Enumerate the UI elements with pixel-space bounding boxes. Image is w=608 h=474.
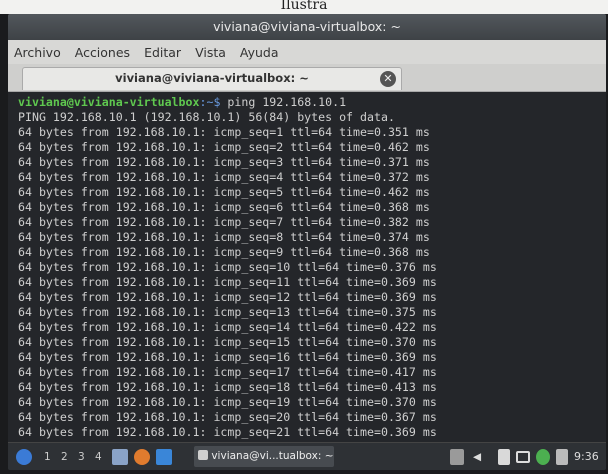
workspace-1[interactable]: 1 bbox=[44, 449, 51, 465]
terminal-output[interactable]: viviana@viviana-virtualbox:~$ ping 192.1… bbox=[8, 92, 606, 442]
display-icon[interactable] bbox=[516, 451, 530, 463]
volume-icon[interactable]: ◀ bbox=[473, 449, 481, 465]
ping-reply-line: 64 bytes from 192.168.10.1: icmp_seq=15 … bbox=[18, 335, 437, 349]
battery-icon[interactable] bbox=[498, 449, 510, 465]
taskbar-window-button[interactable]: viviana@vi...tualbox: ~ bbox=[194, 446, 334, 467]
ping-reply-line: 64 bytes from 192.168.10.1: icmp_seq=20 … bbox=[18, 410, 437, 424]
tab-label: viviana@viviana-virtualbox: ~ bbox=[115, 71, 309, 85]
tab-bar: viviana@viviana-virtualbox: ~ ✕ bbox=[8, 64, 606, 92]
workspace-2[interactable]: 2 bbox=[61, 449, 68, 465]
ping-reply-line: 64 bytes from 192.168.10.1: icmp_seq=17 … bbox=[18, 365, 437, 379]
start-menu-icon[interactable] bbox=[16, 449, 32, 465]
ping-reply-line: 64 bytes from 192.168.10.1: icmp_seq=13 … bbox=[18, 305, 437, 319]
files-icon[interactable] bbox=[112, 449, 128, 465]
ping-reply-line: 64 bytes from 192.168.10.1: icmp_seq=18 … bbox=[18, 380, 437, 394]
menu-bar: Archivo Acciones Editar Vista Ayuda bbox=[8, 40, 606, 64]
ping-reply-line: 64 bytes from 192.168.10.1: icmp_seq=11 … bbox=[18, 275, 437, 289]
menu-editar[interactable]: Editar bbox=[144, 45, 181, 60]
ping-reply-line: 64 bytes from 192.168.10.1: icmp_seq=7 t… bbox=[18, 215, 430, 229]
ping-reply-line: 64 bytes from 192.168.10.1: icmp_seq=21 … bbox=[18, 425, 437, 439]
ping-reply-line: 64 bytes from 192.168.10.1: icmp_seq=8 t… bbox=[18, 230, 430, 244]
firefox-icon[interactable] bbox=[134, 449, 150, 465]
ping-reply-line: 64 bytes from 192.168.10.1: icmp_seq=19 … bbox=[18, 395, 437, 409]
ping-reply-line: 64 bytes from 192.168.10.1: icmp_seq=2 t… bbox=[18, 140, 430, 154]
workspace-3[interactable]: 3 bbox=[78, 449, 85, 465]
menu-archivo[interactable]: Archivo bbox=[14, 45, 61, 60]
ping-reply-line: 64 bytes from 192.168.10.1: icmp_seq=14 … bbox=[18, 320, 437, 334]
prompt-path: :~$ bbox=[199, 95, 221, 109]
update-icon[interactable] bbox=[536, 449, 550, 465]
network-icon[interactable] bbox=[450, 449, 464, 465]
ping-reply-line: 64 bytes from 192.168.10.1: icmp_seq=4 t… bbox=[18, 170, 430, 184]
command-text: ping 192.168.10.1 bbox=[220, 95, 347, 109]
ping-reply-line: 64 bytes from 192.168.10.1: icmp_seq=12 … bbox=[18, 290, 437, 304]
tab-terminal[interactable]: viviana@viviana-virtualbox: ~ bbox=[22, 67, 402, 90]
clock: 9:36 bbox=[574, 450, 599, 463]
ping-reply-line: 64 bytes from 192.168.10.1: icmp_seq=16 … bbox=[18, 350, 437, 364]
desktop-icon[interactable] bbox=[156, 449, 172, 465]
workspace-4[interactable]: 4 bbox=[95, 449, 102, 465]
command-line: viviana@viviana-virtualbox:~$ ping 192.1… bbox=[18, 95, 346, 110]
menu-vista[interactable]: Vista bbox=[195, 45, 226, 60]
window-title[interactable]: viviana@viviana-virtualbox: ~ bbox=[8, 14, 606, 40]
ping-header: PING 192.168.10.1 (192.168.10.1) 56(84) … bbox=[18, 110, 395, 124]
tab-close-icon[interactable]: ✕ bbox=[380, 71, 396, 87]
power-icon[interactable] bbox=[556, 449, 568, 465]
ping-reply-line: 64 bytes from 192.168.10.1: icmp_seq=3 t… bbox=[18, 155, 430, 169]
taskbar: 1 2 3 4 viviana@vi...tualbox: ~ ◀ 9:36 bbox=[8, 442, 606, 470]
menu-ayuda[interactable]: Ayuda bbox=[240, 45, 279, 60]
terminal-app-icon bbox=[198, 450, 208, 460]
taskbar-window-label: viviana@vi...tualbox: ~ bbox=[211, 450, 334, 462]
ping-reply-line: 64 bytes from 192.168.10.1: icmp_seq=1 t… bbox=[18, 125, 430, 139]
prompt-user: viviana@viviana-virtualbox bbox=[18, 95, 200, 109]
page-caption: Ilustra bbox=[0, 0, 608, 14]
menu-acciones[interactable]: Acciones bbox=[75, 45, 130, 60]
desktop-screen: viviana@viviana-virtualbox: ~ Archivo Ac… bbox=[8, 14, 606, 470]
ping-reply-line: 64 bytes from 192.168.10.1: icmp_seq=5 t… bbox=[18, 185, 430, 199]
ping-reply-line: 64 bytes from 192.168.10.1: icmp_seq=9 t… bbox=[18, 245, 430, 259]
ping-reply-line: 64 bytes from 192.168.10.1: icmp_seq=10 … bbox=[18, 260, 437, 274]
ping-reply-line: 64 bytes from 192.168.10.1: icmp_seq=6 t… bbox=[18, 200, 430, 214]
